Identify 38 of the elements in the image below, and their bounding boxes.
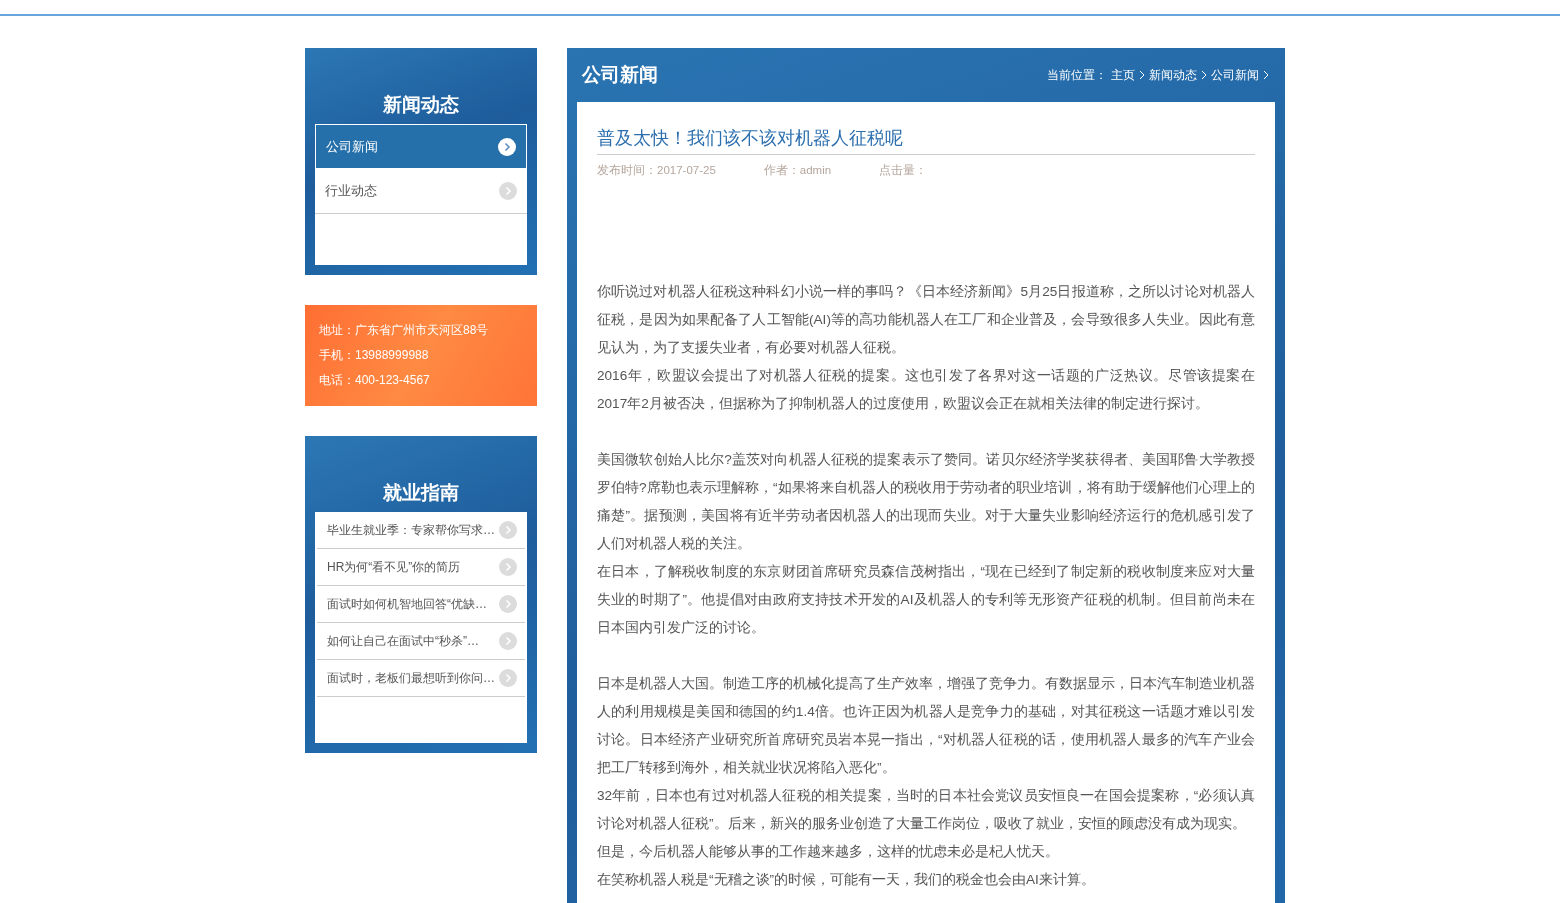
breadcrumb-link[interactable]: 主页 (1111, 66, 1135, 84)
chevron-icon (1201, 70, 1207, 80)
chevron-icon (1263, 70, 1269, 80)
article-paragraph: 在日本，了解税收制度的东京财团首席研究员森信茂树指出，“现在已经到了制定新的税收制度来应对大量失业的时期了”。他提倡对由政府支持技术开发的AI及机器人的专利等无形资产征税的机制。但目前尚未在日本国内引发广泛的讨论。 (597, 563, 1255, 637)
category-item[interactable]: 公司新闻 (315, 124, 527, 169)
article-paragraph: 32年前，日本也有过对机器人征税的相关提案，当时的日本社会党议员安恒良一在国会提案称，“必须认真讨论对机器人征税”。后来，新兴的服务业创造了大量工作岗位，吸收了就业，安恒的顾虑没有成为现实。 (597, 787, 1255, 833)
meta-info: 点击量： (879, 163, 928, 178)
contact-line: 地址：广东省广州市天河区88号 (319, 322, 490, 339)
meta-info: 发布时间：2017-07-25 (597, 163, 716, 178)
article-title: 普及太快！我们该不该对机器人征税呢 (597, 126, 1255, 155)
chevron-icon (499, 182, 517, 200)
article-paragraph: 2016年，欧盟议会提出了对机器人征税的提案。这也引发了各界对这一话题的广泛热议。尽管该提案在2017年2月被否决，但据称为了抑制机器人的过度使用，欧盟议会正在就相关法律的制定进行探讨。 (597, 367, 1255, 413)
breadcrumb-label: 当前位置： (1047, 66, 1107, 84)
article-paragraph: 美国微软创始人比尔?盖茨对向机器人征税的提案表示了赞同。诺贝尔经济学奖获得者、美国耶鲁大学教授罗伯特?席勒也表示理解称，“如果将来自机器人的税收用于劳动者的职业培训，将有助于缓解他们心理上的痛楚”。据预测，美国将有近半劳动者因机器人的出现而失业。对于大量失业影响经济运行的危机感引发了人们对机器人税的关注。 (597, 451, 1255, 553)
article-paragraph: 日本是机器人大国。制造工序的机械化提高了生产效率，增强了竞争力。有数据显示，日本汽车制造业机器人的利用规模是美国和德国的约1.4倍。也许正因为机器人是竞争力的基础，对其征税这一话题才难以引发讨论。日本经济产业研究所首席研究员岩本晃一指出，“对机器人征税的话，使用机器人最多的汽车产业会把工厂转移到海外，相关就业状况将陷入恶化”。 (597, 675, 1255, 777)
panel-title: 新闻动态 (382, 93, 460, 117)
article-paragraph: 但是，今后机器人能够从事的工作越来越多，这样的忧虑未必是杞人忧天。 (597, 843, 1060, 861)
panel-title: 就业指南 (382, 481, 460, 505)
chevron-icon (1139, 70, 1145, 80)
contact-line: 电话：400-123-4567 (319, 372, 431, 389)
chevron-icon (499, 595, 517, 613)
article-paragraph: 你听说过对机器人征税这种科幻小说一样的事吗？《日本经济新闻》5月25日报道称，之所以讨论对机器人征税，是因为如果配备了人工智能(AI)等的高功能机器人在工厂和企业普及，会导致很多人失业。因此有意见认为，为了支援失业者，有必要对机器人征税。 (597, 283, 1255, 357)
article-link[interactable]: 毕业生就业季：专家帮你写求… (317, 512, 525, 549)
article-link[interactable]: 面试时如何机智地回答“优缺… (317, 586, 525, 623)
chevron-icon (499, 521, 517, 539)
article-paragraph: 在笑称机器人税是“无稽之谈”的时候，可能有一天，我们的税金也会由AI来计算。 (597, 871, 1096, 889)
breadcrumb-link[interactable]: 新闻动态 (1149, 66, 1197, 84)
chevron-icon (499, 558, 517, 576)
article-link[interactable]: 面试时，老板们最想听到你问… (317, 660, 525, 697)
breadcrumb-link[interactable]: 公司新闻 (1211, 66, 1259, 84)
contact-line: 手机：13988999988 (319, 347, 430, 364)
article-link[interactable]: HR为何“看不见”你的简历 (317, 549, 525, 586)
section-title: 公司新闻 (582, 63, 658, 87)
chevron-icon (499, 669, 517, 687)
article-link[interactable]: 如何让自己在面试中“秒杀”… (317, 623, 525, 660)
meta-info: 作者：admin (763, 163, 832, 178)
chevron-icon (499, 632, 517, 650)
chevron-icon (498, 137, 516, 156)
